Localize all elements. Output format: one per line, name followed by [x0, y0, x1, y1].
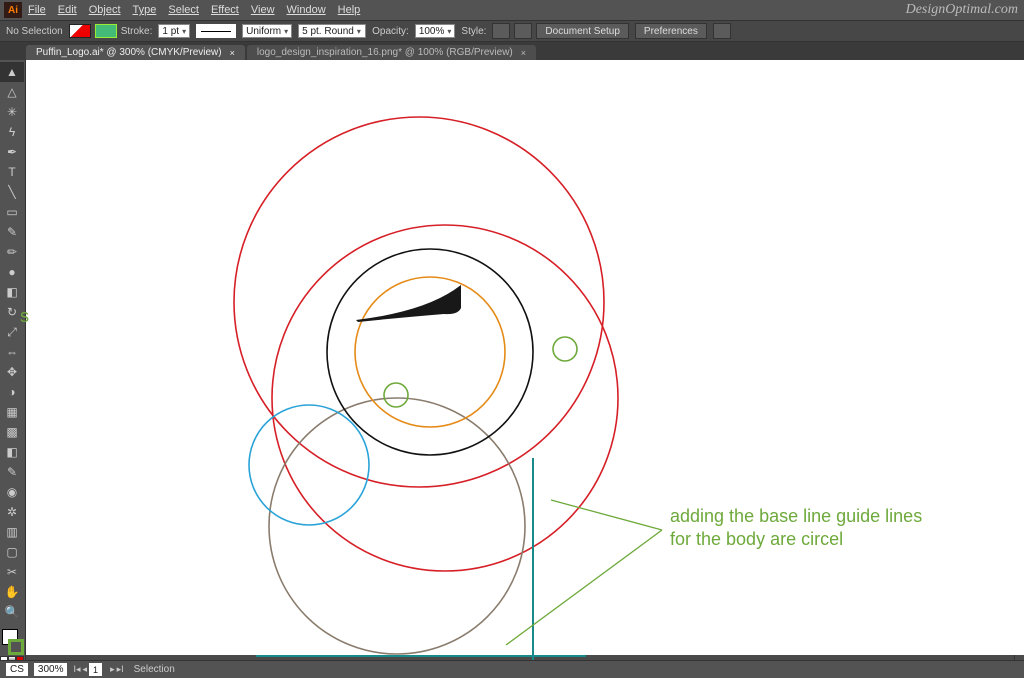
tab-inspiration[interactable]: logo_design_inspiration_16.png* @ 100% (…	[247, 45, 536, 60]
annotation-line-2: for the body are circel	[670, 528, 922, 551]
stroke-label: Stroke:	[121, 26, 153, 37]
slice-tool[interactable]: ✂	[0, 562, 24, 582]
zoom-tool[interactable]: 🔍	[0, 602, 24, 622]
perspective-tool[interactable]: ▦	[0, 402, 24, 422]
menu-file[interactable]: File	[28, 4, 46, 16]
rectangle-tool[interactable]: ▭	[0, 202, 24, 222]
pencil-tool[interactable]: ✏	[0, 242, 24, 262]
width-tool[interactable]: ⇔	[0, 342, 24, 362]
menu-edit[interactable]: Edit	[58, 4, 77, 16]
free-transform-tool[interactable]: ✥	[0, 362, 24, 382]
recolor-button[interactable]	[514, 23, 532, 39]
prev-icon[interactable]: ◂	[83, 664, 88, 675]
zoom-field[interactable]: 300%	[34, 663, 68, 676]
artboard[interactable]: s adding the base line guide lines for t…	[26, 60, 1024, 655]
type-tool[interactable]: T	[0, 162, 24, 182]
first-icon[interactable]: I◂	[73, 664, 80, 675]
document-tab-bar: Puffin_Logo.ai* @ 300% (CMYK/Preview) × …	[0, 42, 1024, 60]
pen-tool[interactable]: ✒	[0, 142, 24, 162]
mesh-tool[interactable]: ▩	[0, 422, 24, 442]
artwork-svg	[26, 60, 1024, 660]
eyedropper-tool[interactable]: ✎	[0, 462, 24, 482]
current-tool-label: Selection	[134, 664, 175, 675]
direct-selection-tool[interactable]: △	[0, 82, 24, 102]
brush-definition-field[interactable]: 5 pt. Round	[298, 24, 366, 38]
tab-label: Puffin_Logo.ai* @ 300% (CMYK/Preview)	[36, 47, 222, 58]
stroke-uniform-field[interactable]: Uniform	[242, 24, 292, 38]
menu-bar: Ai File Edit Object Type Select Effect V…	[0, 0, 1024, 20]
close-icon[interactable]: ×	[521, 48, 526, 58]
shape-builder-tool[interactable]: ◑	[0, 382, 24, 402]
lasso-tool[interactable]: ϟ	[0, 122, 24, 142]
artboard-tool[interactable]: ▢	[0, 542, 24, 562]
stroke-proxy[interactable]	[8, 639, 24, 655]
tools-panel: ▲△✳ϟ✒T╲▭✎✏●◧↻⤢⇔✥◑▦▩◧✎◉✲▥▢✂✋🔍	[0, 60, 26, 676]
paintbrush-tool[interactable]: ✎	[0, 222, 24, 242]
column-graph-tool[interactable]: ▥	[0, 522, 24, 542]
selection-tool[interactable]: ▲	[0, 62, 24, 82]
magic-wand-tool[interactable]: ✳	[0, 102, 24, 122]
stroke-swatch[interactable]	[95, 24, 117, 38]
menu-help[interactable]: Help	[338, 4, 361, 16]
menu-effect[interactable]: Effect	[211, 4, 239, 16]
opacity-label: Opacity:	[372, 26, 409, 37]
status-cs[interactable]: CS	[6, 663, 28, 676]
control-bar: No Selection Stroke: 1 pt Uniform 5 pt. …	[0, 20, 1024, 42]
symbol-sprayer-tool[interactable]: ✲	[0, 502, 24, 522]
style-label: Style:	[461, 26, 486, 37]
selection-state-label: No Selection	[6, 26, 63, 37]
last-icon[interactable]: ▸I	[117, 664, 124, 675]
artboard-nav[interactable]: I◂ ◂ 1 ▸ ▸I	[73, 663, 123, 676]
gradient-tool[interactable]: ◧	[0, 442, 24, 462]
blend-tool[interactable]: ◉	[0, 482, 24, 502]
graphic-style-picker[interactable]	[492, 23, 510, 39]
close-icon[interactable]: ×	[230, 48, 235, 58]
align-panel-button[interactable]	[713, 23, 731, 39]
stroke-weight-field[interactable]: 1 pt	[158, 24, 190, 38]
fill-swatch[interactable]	[69, 24, 91, 38]
blob-brush-tool[interactable]: ●	[0, 262, 24, 282]
annotation-text: adding the base line guide lines for the…	[670, 505, 922, 550]
artboard-index[interactable]: 1	[89, 663, 102, 676]
menu-object[interactable]: Object	[89, 4, 121, 16]
tab-label: logo_design_inspiration_16.png* @ 100% (…	[257, 47, 513, 58]
eraser-tool[interactable]: ◧	[0, 282, 24, 302]
fill-stroke-indicator[interactable]	[1, 628, 25, 656]
document-setup-button[interactable]: Document Setup	[536, 23, 629, 39]
hand-tool[interactable]: ✋	[0, 582, 24, 602]
menu-window[interactable]: Window	[287, 4, 326, 16]
menu-type[interactable]: Type	[133, 4, 157, 16]
line-tool[interactable]: ╲	[0, 182, 24, 202]
status-bar: CS 300% I◂ ◂ 1 ▸ ▸I Selection	[0, 660, 1024, 678]
tab-puffin-logo[interactable]: Puffin_Logo.ai* @ 300% (CMYK/Preview) ×	[26, 45, 245, 60]
annotation-fragment: s	[20, 305, 29, 328]
app-logo: Ai	[4, 2, 22, 18]
preferences-button[interactable]: Preferences	[635, 23, 707, 39]
canvas-area[interactable]: s adding the base line guide lines for t…	[26, 60, 1014, 658]
annotation-line-1: adding the base line guide lines	[670, 505, 922, 528]
menu-view[interactable]: View	[251, 4, 275, 16]
menu-select[interactable]: Select	[168, 4, 199, 16]
opacity-field[interactable]: 100%	[415, 24, 456, 38]
stroke-profile-picker[interactable]	[196, 24, 236, 38]
next-icon[interactable]: ▸	[110, 664, 115, 675]
